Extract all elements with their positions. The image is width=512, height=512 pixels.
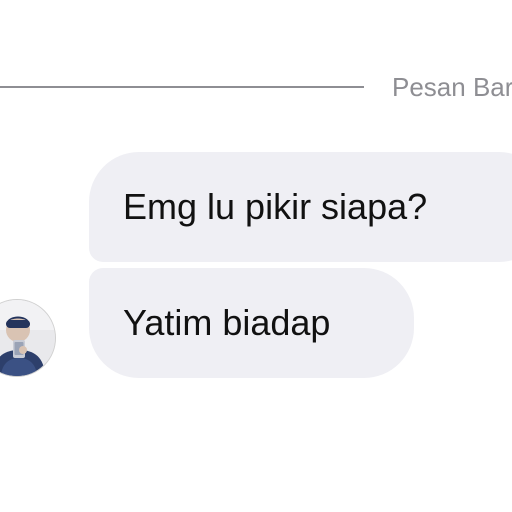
message-text: Emg lu pikir siapa? xyxy=(123,186,428,227)
message-bubble[interactable]: Yatim biadap xyxy=(89,268,414,378)
new-messages-divider-label: Pesan Baru xyxy=(392,72,512,102)
new-messages-divider-line xyxy=(0,86,364,88)
chat-thread: Pesan Baru Emg lu pikir siapa? Yatim bia… xyxy=(0,0,512,512)
avatar[interactable] xyxy=(0,299,56,377)
message-bubble[interactable]: Emg lu pikir siapa? xyxy=(89,152,512,262)
message-text: Yatim biadap xyxy=(123,302,331,343)
person-photo-icon xyxy=(0,300,55,376)
